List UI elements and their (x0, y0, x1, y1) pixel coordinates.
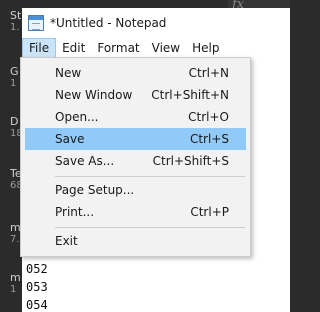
menu-edit[interactable]: Edit (56, 38, 91, 58)
text-line: 053 (26, 280, 48, 294)
menu-item-label: Save As... (55, 154, 115, 168)
menu-bar: File Edit Format View Help (22, 38, 290, 58)
menu-item-shortcut: Ctrl+P (190, 205, 229, 219)
background-app-panel: St 1. G 1 D 18 Te 68 m 7. m 1 (0, 0, 23, 312)
window-title: *Untitled - Notepad (50, 16, 167, 30)
title-bar[interactable]: *Untitled - Notepad (22, 8, 290, 38)
menu-help[interactable]: Help (186, 38, 225, 58)
notepad-icon (28, 15, 44, 31)
menu-item-label: New (55, 66, 82, 80)
menu-item-label: Print... (55, 205, 95, 219)
menu-item-print[interactable]: Print... Ctrl+P (25, 201, 246, 223)
menu-item-label: Open... (55, 110, 99, 124)
menu-item-shortcut: Ctrl+Shift+N (151, 88, 229, 102)
menu-item-open[interactable]: Open... Ctrl+O (25, 106, 246, 128)
menu-separator (55, 227, 245, 228)
menu-item-shortcut: Ctrl+N (188, 66, 229, 80)
menu-item-exit[interactable]: Exit (25, 230, 246, 252)
menu-item-new[interactable]: New Ctrl+N (25, 62, 246, 84)
text-editor[interactable]: 052 053 054 (26, 260, 48, 312)
menu-view[interactable]: View (146, 38, 186, 58)
menu-separator (55, 176, 245, 177)
menu-format[interactable]: Format (91, 38, 145, 58)
menu-item-shortcut: Ctrl+S (189, 132, 229, 146)
menu-item-label: Page Setup... (55, 183, 135, 197)
menu-item-shortcut: Ctrl+O (188, 110, 229, 124)
menu-item-label: Save (55, 132, 85, 146)
menu-item-shortcut: Ctrl+Shift+S (152, 154, 229, 168)
text-line: 054 (26, 298, 48, 312)
text-line: 052 (26, 262, 48, 276)
menu-item-new-window[interactable]: New Window Ctrl+Shift+N (25, 84, 246, 106)
menu-file[interactable]: File (22, 38, 57, 58)
menu-item-save[interactable]: Save Ctrl+S (25, 128, 246, 150)
menu-item-label: New Window (55, 88, 133, 102)
menu-item-save-as[interactable]: Save As... Ctrl+Shift+S (25, 150, 246, 172)
file-menu-dropdown: New Ctrl+N New Window Ctrl+Shift+N Open.… (20, 57, 251, 257)
menu-item-label: Exit (55, 234, 78, 248)
menu-item-page-setup[interactable]: Page Setup... (25, 179, 246, 201)
